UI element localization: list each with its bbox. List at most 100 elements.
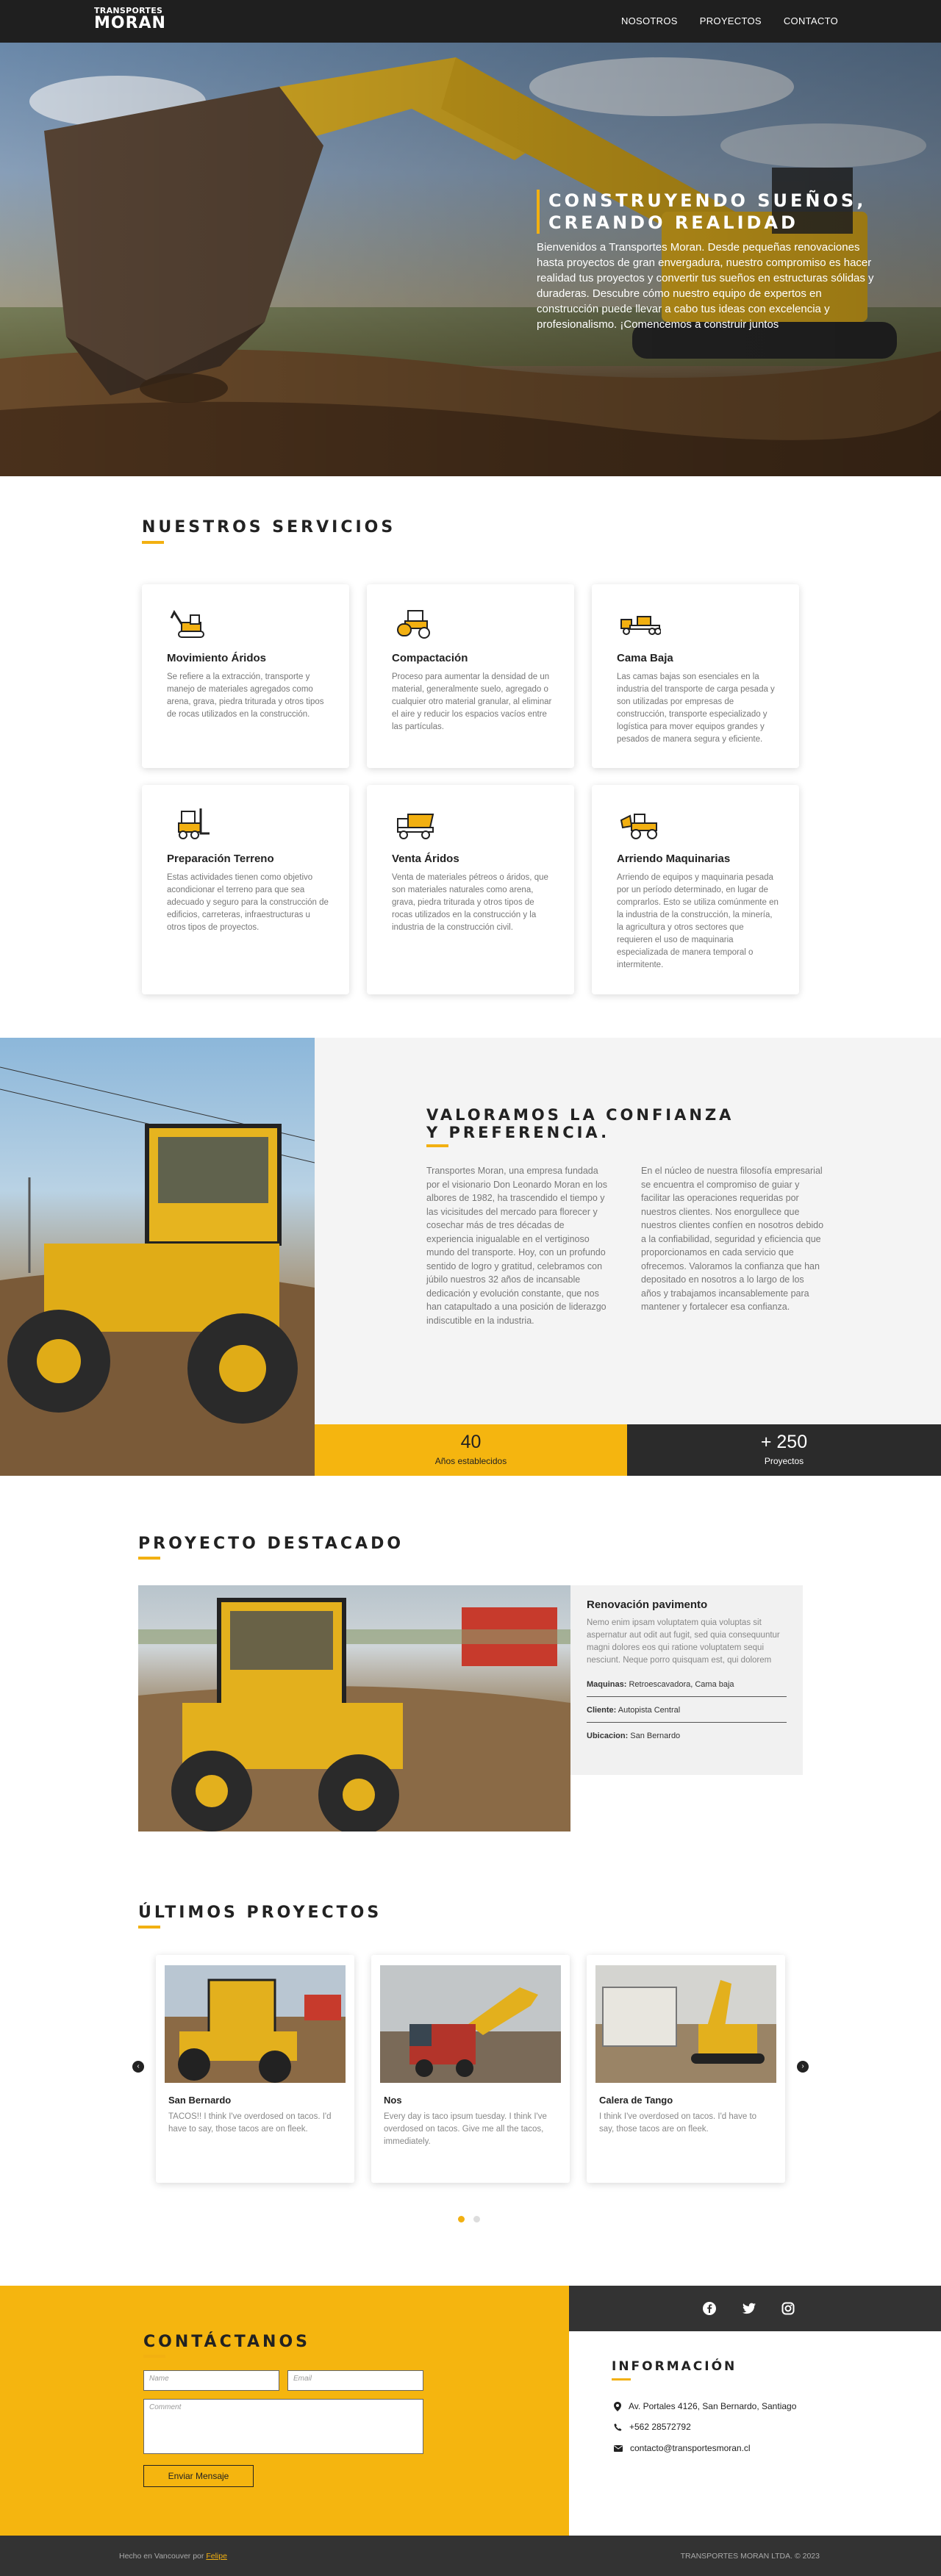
hero-title: CONSTRUYENDO SUEÑOS, CREANDO REALIDAD <box>537 190 875 234</box>
service-text: Las camas bajas son esenciales en la ind… <box>617 672 775 744</box>
project-card[interactable]: Nos Every day is taco ipsum tuesday. I t… <box>371 1955 570 2183</box>
featured-meta-location: Ubicacion: San Bernardo <box>587 1723 787 1748</box>
project-title: San Bernardo <box>168 2095 232 2106</box>
nav-contacto[interactable]: CONTACTO <box>784 15 838 26</box>
about-title-line1: VALORAMOS LA CONFIANZA <box>426 1106 734 1124</box>
service-card[interactable]: Venta Áridos Venta de materiales pétreos… <box>367 785 574 994</box>
featured-desc: Nemo enim ipsam voluptatem quia voluptas… <box>587 1618 780 1665</box>
nav-proyectos[interactable]: PROYECTOS <box>700 15 762 26</box>
phone-icon <box>614 2423 622 2430</box>
email-field[interactable]: Email <box>287 2370 423 2391</box>
footer-copyright: TRANSPORTES MORAN LTDA. © 2023 <box>680 2552 820 2561</box>
send-message-button[interactable]: Enviar Mensaje <box>143 2465 254 2487</box>
service-text: Se refiere a la extracción, transporte y… <box>167 672 324 719</box>
project-card[interactable]: San Bernardo TACOS!! I think I've overdo… <box>156 1955 354 2183</box>
service-text: Arriendo de equipos y maquinaria pesada … <box>617 873 779 969</box>
project-card[interactable]: Calera de Tango I think I've overdosed o… <box>587 1955 785 2183</box>
stat-projects-number: + 250 <box>760 1432 808 1452</box>
service-text: Proceso para aumentar la densidad de un … <box>392 672 552 731</box>
about-title-line2: Y PREFERENCIA. <box>426 1124 610 1141</box>
social-bar <box>569 2286 941 2331</box>
name-field[interactable]: Name <box>143 2370 279 2391</box>
info-email: contacto@transportesmoran.cl <box>614 2443 751 2453</box>
featured-info: Renovación pavimento Nemo enim ipsam vol… <box>570 1585 803 1775</box>
service-text: Venta de materiales pétreos o áridos, qu… <box>392 873 548 932</box>
nav-nosotros[interactable]: NOSOTROS <box>621 15 678 26</box>
location-pin-icon <box>614 2401 621 2411</box>
roller-icon <box>397 610 430 639</box>
lowbed-truck-icon <box>620 616 661 635</box>
service-card[interactable]: Arriendo Maquinarias Arriendo de equipos… <box>592 785 799 994</box>
project-image <box>380 1965 561 2083</box>
mail-icon <box>614 2444 623 2452</box>
about-title-bar <box>426 1144 448 1147</box>
about-col2: En el núcleo de nuestra filosofía empres… <box>641 1166 824 1312</box>
hero-text-block: CONSTRUYENDO SUEÑOS, CREANDO REALIDAD Bi… <box>537 190 875 332</box>
service-title: Compactación <box>392 652 468 664</box>
latest-title-bar <box>138 1926 160 1929</box>
meta-key: Maquinas: <box>587 1680 627 1689</box>
loader-icon <box>620 814 657 839</box>
comment-field[interactable]: Comment <box>143 2399 423 2454</box>
service-card[interactable]: Cama Baja Las camas bajas son esenciales… <box>592 584 799 768</box>
service-text: Estas actividades tienen como objetivo a… <box>167 873 329 932</box>
services-title: NUESTROS SERVICIOS <box>142 518 396 537</box>
hero-title-line2: CREANDO REALIDAD <box>548 212 798 233</box>
service-title: Movimiento Áridos <box>167 652 267 664</box>
info-title-bar <box>612 2378 631 2381</box>
footer-credit-prefix: Hecho en Vancouver por <box>119 2552 204 2561</box>
service-title: Venta Áridos <box>392 853 459 865</box>
meta-value: San Bernardo <box>630 1732 681 1740</box>
footer: Hecho en Vancouver por Felipe TRANSPORTE… <box>0 2536 941 2576</box>
featured-title: PROYECTO DESTACADO <box>138 1535 404 1553</box>
service-card[interactable]: Preparación Terreno Estas actividades ti… <box>142 785 349 994</box>
carousel-prev-icon[interactable]: ‹ <box>132 2061 144 2073</box>
facebook-icon[interactable] <box>703 2302 716 2315</box>
service-card[interactable]: Movimiento Áridos Se refiere a la extrac… <box>142 584 349 768</box>
info-phone: +562 28572792 <box>614 2422 691 2432</box>
featured-meta-list: Maquinas: Retroescavadora, Cama baja Cli… <box>587 1671 787 1748</box>
carousel-dot[interactable] <box>473 2216 480 2222</box>
project-text: Every day is taco ipsum tuesday. I think… <box>384 2112 547 2146</box>
forklift-icon <box>178 808 210 839</box>
featured-image <box>138 1585 570 1831</box>
stat-projects-label: Proyectos <box>764 1456 804 1466</box>
hero-section: CONSTRUYENDO SUEÑOS, CREANDO REALIDAD Bi… <box>0 43 941 476</box>
info-phone-text: +562 28572792 <box>629 2422 691 2432</box>
service-title: Preparación Terreno <box>167 853 274 865</box>
stat-projects: + 250 Proyectos <box>627 1424 941 1476</box>
meta-value: Retroescavadora, Cama baja <box>629 1680 734 1689</box>
info-email-text: contacto@transportesmoran.cl <box>630 2443 751 2453</box>
info-address: Av. Portales 4126, San Bernardo, Santiag… <box>614 2401 796 2411</box>
service-card[interactable]: Compactación Proceso para aumentar la de… <box>367 584 574 768</box>
excavator-icon <box>170 609 204 638</box>
project-text: TACOS!! I think I've overdosed on tacos.… <box>168 2112 332 2134</box>
stat-years: 40 Años establecidos <box>315 1424 627 1476</box>
info-title: INFORMACIÓN <box>612 2359 737 2374</box>
grader-image <box>0 1038 315 1476</box>
stat-years-number: 40 <box>460 1432 482 1452</box>
featured-meta-client: Cliente: Autopista Central <box>587 1697 787 1723</box>
info-address-text: Av. Portales 4126, San Bernardo, Santiag… <box>629 2401 797 2411</box>
carousel-dot-active[interactable] <box>458 2216 465 2222</box>
stat-years-label: Años establecidos <box>434 1456 507 1466</box>
brand-line2: MORAN <box>94 14 166 32</box>
about-panel <box>315 1038 941 1424</box>
featured-meta-machines: Maquinas: Retroescavadora, Cama baja <box>587 1671 787 1697</box>
hero-body: Bienvenidos a Transportes Moran. Desde p… <box>537 241 874 331</box>
footer-credit-link[interactable]: Felipe <box>206 2552 227 2561</box>
service-title: Cama Baja <box>617 652 673 664</box>
meta-key: Ubicacion: <box>587 1732 629 1740</box>
brand-logo[interactable]: TRANSPORTES MORAN <box>94 7 166 32</box>
instagram-icon[interactable] <box>781 2302 795 2315</box>
hero-title-line1: CONSTRUYENDO SUEÑOS, <box>548 190 867 211</box>
project-image <box>595 1965 776 2083</box>
latest-title: ÚLTIMOS PROYECTOS <box>138 1904 382 1922</box>
carousel-next-icon[interactable]: › <box>797 2061 809 2073</box>
services-title-bar <box>142 541 164 544</box>
featured-name: Renovación pavimento <box>587 1599 708 1611</box>
twitter-icon[interactable] <box>743 2303 756 2314</box>
top-nav: TRANSPORTES MORAN NOSOTROS PROYECTOS CON… <box>0 0 941 43</box>
dump-truck-icon <box>397 814 434 839</box>
project-title: Calera de Tango <box>599 2095 673 2106</box>
